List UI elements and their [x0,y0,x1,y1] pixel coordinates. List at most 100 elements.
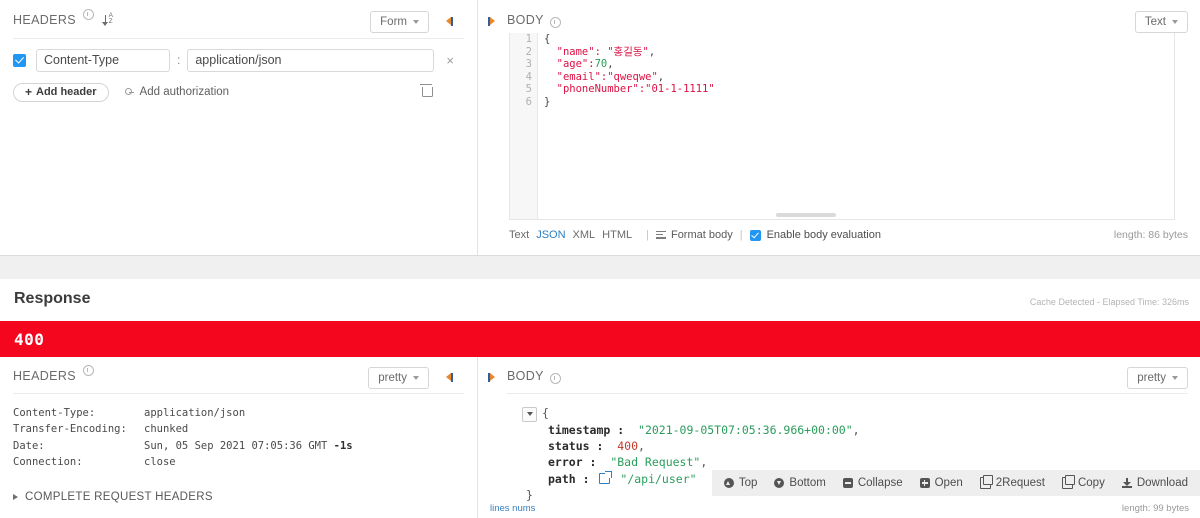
response-body-json[interactable]: { timestamp : "2021-09-05T07:05:36.966+0… [522,405,1190,518]
response-headers-title: HEADERS [13,369,76,383]
line-number-gutter: 123456 [510,33,538,219]
json-field-value: "2021-09-05T07:05:36.966+00:00" [631,422,853,437]
json-field-key: path : [548,471,597,486]
json-root-open: { [522,405,1190,422]
json-field: timestamp : "2021-09-05T07:05:36.966+00:… [522,422,1190,438]
chevron-down-icon [413,376,419,380]
response-body-mode-label: pretty [1137,372,1166,384]
info-icon [550,373,561,384]
response-headers-list: Content-Type: application/json Transfer-En… [13,405,464,471]
code-line: "email":"qweqwe", [544,70,665,83]
header-actions-row: + Add header Add authorization [13,82,464,102]
response-action-open[interactable]: Open [919,477,963,489]
chevron-down-icon [1172,20,1178,24]
remove-header-button[interactable]: × [446,54,454,67]
response-body-actions-toolbar: Top Bottom Collapse Open 2Request Copy Downloa… [711,470,1200,496]
response-action-download[interactable]: Download [1121,477,1188,489]
format-body-button[interactable]: Format body [655,229,733,241]
request-headers-mode-label: Form [380,16,407,28]
format-xml-button[interactable]: XML [573,229,596,241]
response-body-length-label: length: 99 bytes [1121,503,1189,514]
response-headers-mode-label: pretty [378,372,407,384]
chevron-down-icon [413,20,419,24]
add-header-label: Add header [36,86,97,98]
chevron-down-icon [1172,376,1178,380]
info-icon [550,17,561,28]
format-text-button[interactable]: Text [509,229,529,241]
json-comma: , [852,422,860,437]
horizontal-scrollbar[interactable] [775,213,836,217]
download-icon [1121,478,1132,488]
request-body-code[interactable]: { "name": "홍길동", "age":70, "email":"qweq… [538,33,1174,219]
external-link-icon[interactable] [599,471,612,484]
json-field-value: "/api/user" [613,471,697,486]
response-headers-mode-dropdown[interactable]: pretty [368,367,429,389]
header-enabled-checkbox[interactable] [13,53,26,67]
line-number: 4 [525,70,532,83]
divider [507,393,1188,394]
response-header-value: chunked [144,423,189,436]
format-html-button[interactable]: HTML [602,229,632,241]
request-body-mode-label: Text [1144,16,1166,28]
code-line: "phoneNumber":"01-1-1111" [544,83,715,96]
response-action-bottom[interactable]: Bottom [774,477,826,489]
json-comma: , [638,438,645,453]
format-json-button[interactable]: JSON [536,229,565,241]
format-body-label: Format body [670,229,733,241]
response-action-label: Top [738,477,758,489]
minus-square-icon [842,478,853,488]
response-action-label: Collapse [857,477,903,489]
json-field: status : 400, [522,438,1190,454]
expand-right-icon[interactable] [488,372,499,383]
response-action-copy[interactable]: Copy [1061,475,1105,489]
response-header-bar: Response Cache Detected - Elapsed Time: … [0,279,1200,321]
request-body-toolbar: Text JSON XML HTML | Format body | Enabl… [509,227,1188,326]
header-key-input[interactable] [36,48,170,72]
response-body-mode-dropdown[interactable]: pretty [1127,367,1188,389]
response-action-collapse[interactable]: Collapse [842,477,903,489]
header-value-input[interactable] [187,48,435,72]
response-header-value: close [144,456,176,469]
json-comma: , [700,455,708,470]
json-open-brace: { [542,406,549,420]
response-body-panel: BODY pretty { timestamp : "2021-09-05T07… [478,357,1200,518]
response-action-label: Open [934,477,963,489]
request-body-mode-dropdown[interactable]: Text [1134,11,1188,33]
line-number: 3 [525,58,532,71]
header-separator: : [177,53,181,67]
sort-az-icon[interactable]: AZ [102,12,115,26]
request-body-editor[interactable]: 123456 { "name": "홍길동", "age":70, "email… [509,33,1175,220]
response-header-row: Connection: close [13,454,464,470]
delete-all-headers-icon[interactable] [420,84,433,97]
json-field-key: timestamp : [548,422,632,437]
plus-icon: + [25,85,33,99]
response-action-top[interactable]: Top [723,477,758,489]
line-number: 6 [525,95,532,108]
code-line: } [544,95,551,108]
enable-body-evaluation-label: Enable body evaluation [766,229,881,241]
response-action-label: 2Request [995,477,1045,489]
request-body-panel: BODY Text 123456 { "name": "홍길동", "age":… [478,0,1200,326]
response-action-2request[interactable]: 2Request [979,475,1045,489]
request-headers-panel: HEADERS AZ Form : × + Add header Add aut… [0,0,477,255]
lines-nums-toggle[interactable]: lines nums [490,503,535,514]
collapse-left-icon[interactable] [442,16,453,27]
status-badge: 400 [14,330,45,349]
response-header-key: Connection: [13,456,83,469]
json-field-value: "Bad Request" [603,455,701,470]
response-header-key: Content-Type: [13,407,96,419]
request-headers-mode-dropdown[interactable]: Form [370,11,429,33]
collapse-left-icon[interactable] [442,372,453,383]
response-body-title: BODY [507,369,544,383]
response-header-row: Date: Sun, 05 Sep 2021 07:05:36 GMT -1s [13,438,464,454]
add-header-button[interactable]: + Add header [13,82,109,102]
info-icon [83,9,95,20]
line-number: 2 [525,45,532,58]
copy-icon [1061,475,1075,489]
add-authorization-button[interactable]: Add authorization [124,86,229,98]
enable-body-evaluation-checkbox[interactable] [749,229,761,241]
json-field: error : "Bad Request", [522,454,1190,470]
complete-request-headers-toggle[interactable]: COMPLETE REQUEST HEADERS [13,491,213,503]
expand-right-icon[interactable] [488,16,499,27]
collapse-node-icon[interactable] [522,406,537,422]
